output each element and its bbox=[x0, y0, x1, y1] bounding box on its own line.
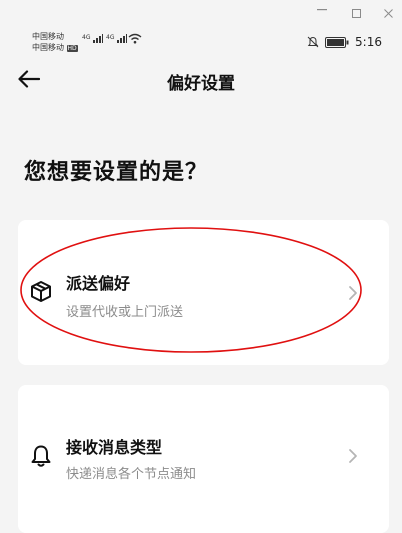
carrier-label-2-text: 中国移动 bbox=[32, 43, 64, 52]
chevron-right-icon bbox=[349, 286, 357, 300]
nav-header: 偏好设置 bbox=[4, 60, 398, 100]
package-icon bbox=[31, 281, 51, 302]
status-time: 5:16 bbox=[355, 35, 382, 49]
signal-indicator-2: 4G bbox=[106, 34, 127, 43]
option-card-message-types[interactable]: 接收消息类型 快递消息各个节点通知 bbox=[18, 385, 389, 533]
close-icon bbox=[383, 9, 393, 18]
wifi-icon bbox=[128, 33, 142, 46]
signal-bars-icon bbox=[116, 34, 127, 43]
option-description: 设置代收或上门派送 bbox=[66, 305, 184, 320]
signal-indicator-1: 4G bbox=[82, 34, 103, 43]
network-type-1: 4G bbox=[82, 34, 91, 41]
status-right-group: 5:16 bbox=[307, 35, 382, 49]
carrier-label-2: 中国移动 HD bbox=[32, 43, 78, 54]
battery-icon bbox=[325, 36, 349, 48]
status-bar: 中国移动 中国移动 HD 4G 4G 5:16 bbox=[4, 28, 398, 56]
bell-icon bbox=[31, 445, 51, 467]
page-title: 偏好设置 bbox=[167, 74, 235, 94]
network-type-2: 4G bbox=[106, 34, 115, 41]
window-minimize-button[interactable] bbox=[314, 5, 330, 21]
option-card-delivery-preference[interactable]: 派送偏好 设置代收或上门派送 bbox=[18, 220, 389, 365]
option-description: 快递消息各个节点通知 bbox=[66, 467, 197, 482]
carrier-label-1: 中国移动 bbox=[32, 32, 64, 41]
option-title: 派送偏好 bbox=[66, 274, 131, 293]
phone-screen: 中国移动 中国移动 HD 4G 4G 5:16 偏好设置 您想要设置的是？ 派送… bbox=[4, 28, 398, 533]
window-maximize-button[interactable] bbox=[348, 5, 364, 21]
minimize-icon bbox=[317, 9, 327, 11]
option-title: 接收消息类型 bbox=[66, 438, 163, 457]
signal-bars-icon bbox=[92, 34, 103, 43]
question-heading: 您想要设置的是？ bbox=[24, 160, 209, 185]
window-chrome bbox=[0, 0, 402, 28]
app-window: 中国移动 中国移动 HD 4G 4G 5:16 偏好设置 您想要设置的是？ 派送… bbox=[0, 0, 402, 533]
maximize-icon bbox=[351, 9, 361, 18]
window-close-button[interactable] bbox=[380, 5, 396, 21]
mute-bell-icon bbox=[307, 36, 319, 48]
chevron-right-icon bbox=[349, 449, 357, 463]
hd-badge: HD bbox=[66, 45, 78, 52]
